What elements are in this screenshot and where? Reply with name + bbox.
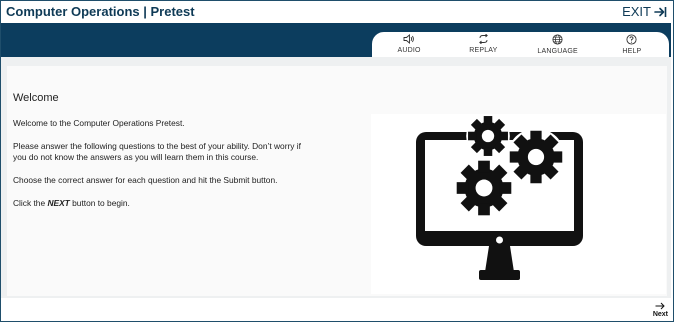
arrow-right-icon [655, 302, 666, 310]
course-title: Computer Operations | Pretest [6, 4, 195, 19]
exit-label: EXIT [622, 4, 651, 19]
audio-button[interactable]: AUDIO [374, 34, 444, 54]
replay-icon [478, 34, 488, 44]
help-icon [626, 34, 637, 45]
intro-paragraph: Welcome to the Computer Operations Prete… [13, 118, 185, 128]
welcome-heading: Welcome [13, 92, 59, 104]
replay-button[interactable]: REPLAY [448, 34, 518, 54]
begin-prefix: Click the [13, 198, 48, 208]
exit-arrow-icon [654, 6, 667, 17]
begin-instruction: Click the NEXT button to begin. [13, 198, 313, 209]
next-button[interactable]: Next [653, 302, 668, 318]
submit-note: Choose the correct answer for each quest… [13, 175, 278, 185]
replay-label: REPLAY [469, 47, 498, 54]
next-emphasis: NEXT [47, 198, 70, 208]
welcome-text: Welcome Welcome to the Computer Operatio… [13, 92, 313, 221]
instructions-paragraph: Please answer the following questions to… [13, 141, 301, 162]
utility-toolbar: AUDIO REPLAY LANGUAGE HELP [372, 32, 669, 60]
language-button[interactable]: LANGUAGE [523, 34, 593, 55]
audio-label: AUDIO [397, 47, 421, 54]
title-bar: Computer Operations | Pretest EXIT [1, 1, 671, 23]
language-label: LANGUAGE [537, 48, 578, 55]
help-button[interactable]: HELP [597, 34, 667, 55]
computer-gears-illustration [371, 114, 666, 294]
exit-button[interactable]: EXIT [622, 4, 667, 19]
help-label: HELP [622, 48, 642, 55]
begin-suffix: button to begin. [69, 198, 130, 208]
speaker-icon [403, 34, 414, 44]
globe-icon [552, 34, 563, 45]
next-label: Next [652, 311, 668, 318]
monitor-gears-icon [416, 114, 583, 280]
